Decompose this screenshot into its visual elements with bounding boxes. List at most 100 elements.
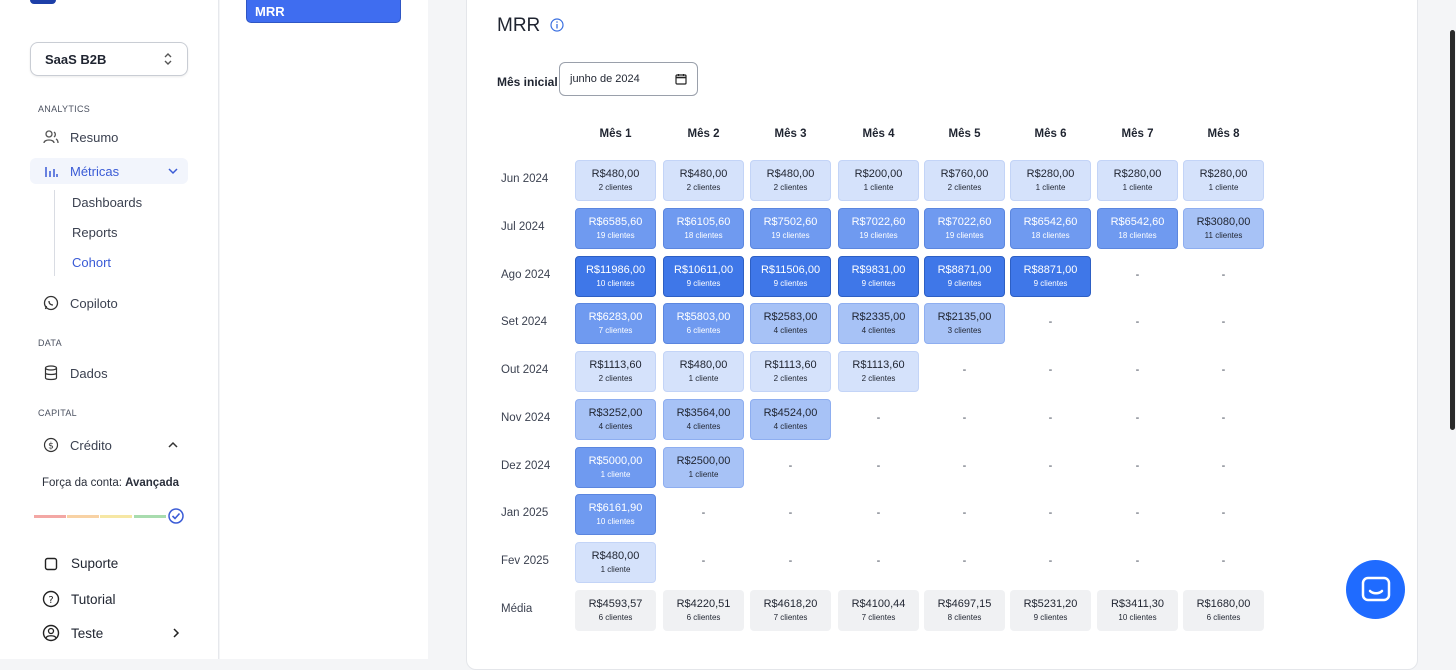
workspace-select[interactable]: SaaS B2B [30, 42, 188, 76]
sidebar-item-reports[interactable]: Reports [72, 225, 118, 240]
empty-cell: - [1135, 507, 1140, 519]
cohort-cell[interactable]: R$1113,60 2 clientes [750, 351, 831, 392]
cohort-cell[interactable]: R$480,00 2 clientes [575, 160, 656, 201]
database-icon [40, 365, 62, 381]
cohort-cell[interactable]: R$200,00 1 cliente [838, 160, 919, 201]
cohort-cell[interactable]: R$1113,60 2 clientes [575, 351, 656, 392]
cell-value: R$2335,00 [851, 310, 906, 323]
scrollbar-thumb[interactable] [1450, 30, 1455, 430]
cohort-cell[interactable]: R$480,00 1 cliente [663, 351, 744, 392]
empty-cell: - [788, 507, 793, 519]
sidebar-item-dados[interactable]: Dados [30, 360, 188, 386]
cohort-cell[interactable]: R$2135,00 3 clientes [924, 303, 1005, 344]
cohort-cell[interactable]: R$6585,60 19 clientes [575, 208, 656, 249]
cohort-cell[interactable]: R$6161,90 10 clientes [575, 494, 656, 535]
cohort-cell[interactable]: R$4593,57 6 clientes [575, 590, 656, 631]
sidebar-item-cohort[interactable]: Cohort [72, 255, 111, 270]
cohort-cell[interactable]: R$7502,60 19 clientes [750, 208, 831, 249]
cohort-cell[interactable]: R$6283,00 7 clientes [575, 303, 656, 344]
cohort-cell[interactable]: R$280,00 1 cliente [1010, 160, 1091, 201]
cell-value: R$4220,51 [676, 597, 731, 610]
cell-value: R$280,00 [1113, 167, 1162, 180]
cohort-cell[interactable]: R$6542,60 18 clientes [1010, 208, 1091, 249]
cell-value: R$10611,00 [673, 263, 734, 276]
cohort-cell[interactable]: R$6542,60 18 clientes [1097, 208, 1178, 249]
start-month-input[interactable]: junho de 2024 [559, 62, 698, 96]
strength-label: Força da conta: [42, 477, 122, 489]
sidebar-item-resumo[interactable]: Resumo [30, 124, 188, 150]
section-data: DATA [38, 338, 62, 348]
sidebar-item-tutorial[interactable]: ? Tutorial [42, 590, 116, 608]
cohort-cell[interactable]: R$3411,30 10 clientes [1097, 590, 1178, 631]
cohort-cell[interactable]: R$2583,00 4 clientes [750, 303, 831, 344]
cell-clients: 9 clientes [773, 278, 808, 288]
cell-clients: 9 clientes [861, 278, 896, 288]
sidebar-item-copiloto[interactable]: Copiloto [30, 290, 188, 316]
cohort-cell[interactable]: R$2500,00 1 cliente [663, 447, 744, 488]
cohort-cell[interactable]: R$5803,00 6 clientes [663, 303, 744, 344]
cohort-cell[interactable]: R$280,00 1 cliente [1097, 160, 1178, 201]
empty-cell: - [788, 555, 793, 567]
cohort-cell[interactable]: R$4618,20 7 clientes [750, 590, 831, 631]
cohort-cell[interactable]: R$4100,44 7 clientes [838, 590, 919, 631]
cohort-cell[interactable]: R$2335,00 4 clientes [838, 303, 919, 344]
cell-value: R$2583,00 [763, 310, 818, 323]
cohort-cell[interactable]: R$10611,00 9 clientes [663, 256, 744, 297]
cohort-cell[interactable]: R$5000,00 1 cliente [575, 447, 656, 488]
cohort-cell[interactable]: R$6105,60 18 clientes [663, 208, 744, 249]
logo[interactable] [30, 0, 56, 4]
cohort-cell[interactable]: R$480,00 1 cliente [575, 542, 656, 583]
cohort-cell[interactable]: R$480,00 2 clientes [663, 160, 744, 201]
cohort-cell[interactable]: R$760,00 2 clientes [924, 160, 1005, 201]
cohort-cell[interactable]: R$3252,00 4 clientes [575, 399, 656, 440]
sidebar-item-metricas[interactable]: Métricas [30, 158, 188, 184]
cohort-cell[interactable]: R$3564,00 4 clientes [663, 399, 744, 440]
cell-clients: 1 cliente [1208, 182, 1239, 192]
cohort-cell[interactable]: R$8871,00 9 clientes [924, 256, 1005, 297]
dollar-circle-icon: $ [40, 437, 62, 453]
row-label: Fev 2025 [501, 555, 549, 567]
cohort-cell[interactable]: R$3080,00 11 clientes [1183, 208, 1264, 249]
cohort-cell[interactable]: R$11986,00 10 clientes [575, 256, 656, 297]
workspace-label: SaaS B2B [45, 51, 107, 67]
cell-clients: 1 cliente [688, 373, 719, 383]
cell-value: R$1680,00 [1196, 597, 1251, 610]
sidebar-item-dashboards[interactable]: Dashboards [72, 195, 142, 210]
cohort-cell[interactable]: R$7022,60 19 clientes [924, 208, 1005, 249]
cohort-cell[interactable]: R$4524,00 4 clientes [750, 399, 831, 440]
column-header: Mês 7 [1121, 128, 1154, 140]
cohort-cell[interactable]: R$1680,00 6 clientes [1183, 590, 1264, 631]
cell-value: R$760,00 [940, 167, 989, 180]
cohort-cell[interactable]: R$280,00 1 cliente [1183, 160, 1264, 201]
whatsapp-icon [40, 295, 62, 311]
sidebar-item-suporte[interactable]: Suporte [42, 556, 118, 571]
column-header: Mês 4 [862, 128, 895, 140]
chat-launcher-button[interactable] [1346, 560, 1405, 619]
empty-cell: - [962, 460, 967, 472]
cohort-cell[interactable]: R$4697,15 8 clientes [924, 590, 1005, 631]
tab-mrr[interactable]: MRR [246, 0, 401, 23]
account-strength: Força da conta: Avançada [42, 477, 179, 489]
cell-value: R$6161,90 [588, 501, 643, 514]
empty-cell: - [876, 412, 881, 424]
sidebar-item-label: Suporte [71, 556, 119, 571]
cohort-cell[interactable]: R$11506,00 9 clientes [750, 256, 831, 297]
sidebar-item-teste[interactable]: Teste [42, 624, 180, 642]
sidebar-item-credito[interactable]: $ Crédito [30, 432, 188, 458]
cohort-cell[interactable]: R$7022,60 19 clientes [838, 208, 919, 249]
cell-value: R$5000,00 [588, 454, 643, 467]
empty-cell: - [1135, 316, 1140, 328]
cohort-cell[interactable]: R$4220,51 6 clientes [663, 590, 744, 631]
cohort-cell[interactable]: R$1113,60 2 clientes [838, 351, 919, 392]
cell-clients: 10 clientes [596, 516, 635, 526]
cohort-cell[interactable]: R$8871,00 9 clientes [1010, 256, 1091, 297]
cell-value: R$6542,60 [1110, 215, 1165, 228]
cell-value: R$6283,00 [588, 310, 643, 323]
cohort-cell[interactable]: R$5231,20 9 clientes [1010, 590, 1091, 631]
cohort-cell[interactable]: R$480,00 2 clientes [750, 160, 831, 201]
cohort-cell[interactable]: R$9831,00 9 clientes [838, 256, 919, 297]
chevron-right-icon [173, 628, 180, 638]
info-icon[interactable] [550, 18, 564, 32]
user-circle-icon [42, 624, 60, 642]
chat-icon [1361, 576, 1390, 601]
